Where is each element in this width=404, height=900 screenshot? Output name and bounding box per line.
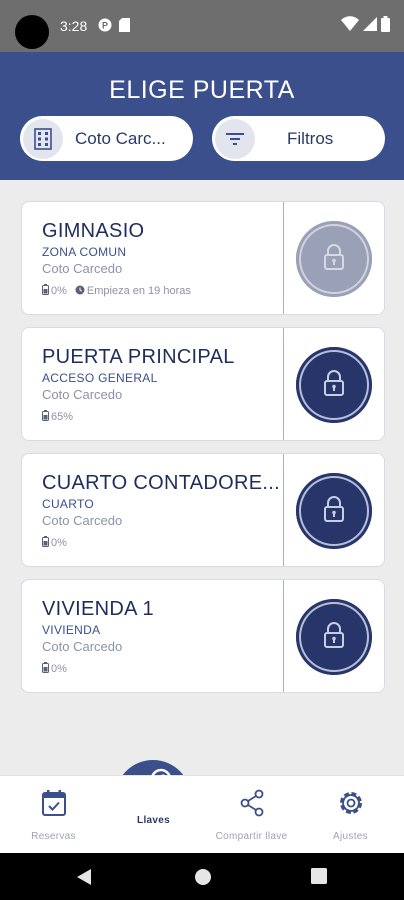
tab-label: Reservas [31, 831, 76, 842]
svg-text:P: P [102, 21, 108, 31]
door-card[interactable]: PUERTA PRINCIPAL ACCESO GENERAL Coto Car… [21, 327, 385, 441]
bottom-nav: Reservas Llaves Compartir llave Ajustes [0, 768, 404, 854]
unlock-button[interactable] [296, 347, 372, 423]
tab-label: Ajustes [333, 831, 368, 842]
door-type: VIVIENDA [42, 623, 101, 637]
battery-level: 0% [51, 285, 67, 297]
door-name: VIVIENDA 1 [42, 598, 154, 620]
unlock-button[interactable] [296, 473, 372, 549]
lock-box [283, 328, 384, 440]
filter-label: Filtros [287, 128, 334, 148]
door-location: Coto Carcedo [42, 639, 123, 654]
unlock-button[interactable] [296, 221, 372, 297]
tab-ajustes[interactable]: Ajustes [300, 776, 401, 854]
schedule-info: Empieza en 19 horas [75, 285, 191, 298]
door-meta: 0% Empieza en 19 horas [42, 284, 191, 298]
status-time: 3:28 [60, 18, 88, 34]
tab-llaves[interactable]: Llaves [103, 768, 204, 854]
unlock-button[interactable] [296, 599, 372, 675]
battery-icon [42, 536, 49, 550]
door-meta: 65% [42, 410, 73, 424]
door-location: Coto Carcedo [42, 513, 123, 528]
tab-label: Llaves [137, 815, 170, 826]
back-icon[interactable] [76, 868, 92, 891]
camera-cutout [15, 15, 49, 49]
calendar-icon [41, 788, 67, 818]
door-meta: 0% [42, 536, 67, 550]
door-card[interactable]: GIMNASIO ZONA COMUN Coto Carcedo 0% Empi… [21, 201, 385, 315]
filter-icon [215, 118, 255, 159]
filter-button[interactable]: Filtros [212, 116, 385, 161]
padlock-icon [323, 621, 345, 653]
battery-icon [42, 410, 49, 424]
padlock-icon [323, 369, 345, 401]
schedule-text: Empieza en 19 horas [86, 285, 191, 297]
building-icon [23, 118, 63, 159]
padlock-icon [323, 495, 345, 527]
battery-icon [381, 16, 390, 37]
parking-notification-icon: P [98, 18, 112, 37]
home-icon[interactable] [194, 868, 212, 891]
door-type: ZONA COMUN [42, 245, 127, 259]
battery-level: 0% [51, 663, 67, 675]
battery-level: 65% [51, 411, 74, 423]
door-list: GIMNASIO ZONA COMUN Coto Carcedo 0% Empi… [21, 201, 385, 705]
lock-box [283, 580, 384, 692]
battery-level: 0% [51, 537, 67, 549]
key-icon [132, 768, 176, 804]
door-meta: 0% [42, 662, 67, 676]
sd-card-icon [119, 18, 130, 37]
padlock-icon [323, 243, 345, 275]
system-nav-bar [0, 853, 404, 900]
wifi-icon [341, 16, 359, 37]
location-selector[interactable]: Coto Carc... [20, 116, 193, 161]
status-bar: 3:28 P [0, 0, 404, 52]
door-type: CUARTO [42, 497, 95, 511]
lock-box [283, 454, 384, 566]
door-location: Coto Carcedo [42, 387, 123, 402]
gear-icon [336, 788, 366, 818]
door-location: Coto Carcedo [42, 261, 123, 276]
tab-label: Compartir llave [215, 831, 288, 842]
location-label: Coto Carc... [75, 128, 166, 148]
battery-icon [42, 284, 49, 298]
tab-reservas[interactable]: Reservas [3, 776, 104, 854]
battery-icon [42, 662, 49, 676]
recents-icon[interactable] [311, 868, 327, 889]
door-name: GIMNASIO [42, 220, 145, 242]
door-name: PUERTA PRINCIPAL [42, 346, 235, 368]
door-card[interactable]: VIVIENDA 1 VIVIENDA Coto Carcedo 0% [21, 579, 385, 693]
signal-icon [363, 16, 377, 37]
page-title: ELIGE PUERTA [109, 76, 295, 104]
header: ELIGE PUERTA Coto Carc... Filtros [0, 52, 404, 180]
door-name: CUARTO CONTADORE... [42, 472, 280, 494]
lock-box [283, 202, 384, 314]
share-icon [239, 788, 265, 818]
tab-compartir-llave[interactable]: Compartir llave [201, 776, 302, 854]
door-type: ACCESO GENERAL [42, 371, 158, 385]
clock-icon [75, 285, 85, 298]
door-card[interactable]: CUARTO CONTADORE... CUARTO Coto Carcedo … [21, 453, 385, 567]
